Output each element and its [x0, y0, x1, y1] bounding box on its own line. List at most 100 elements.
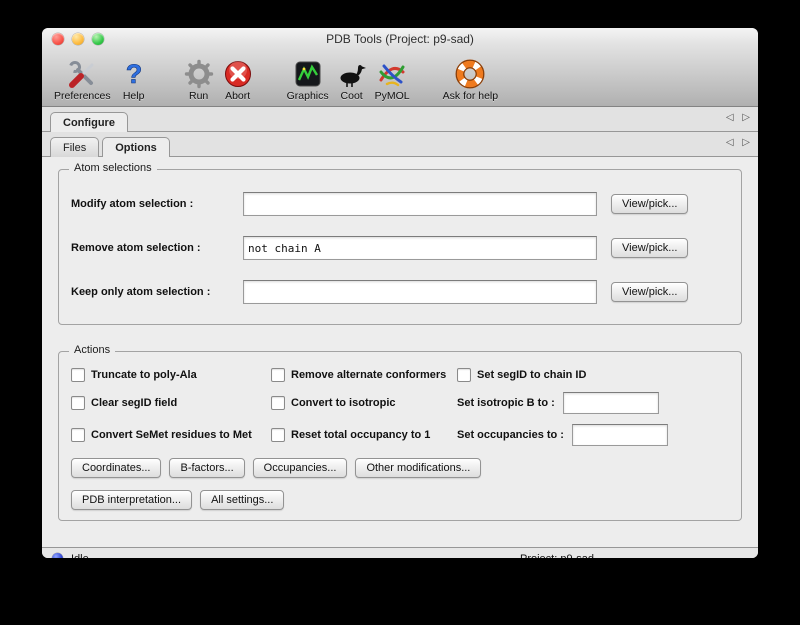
coot-bird-icon [336, 59, 368, 89]
pdb-tools-window: PDB Tools (Project: p9-sad) Preferences [42, 28, 758, 558]
field-label: Set isotropic B to : [457, 397, 555, 409]
checkbox-box [271, 428, 285, 442]
pymol-ribbon-icon [376, 59, 408, 89]
tab-scroll-right-icon[interactable]: ▷ [742, 112, 750, 123]
occupancies-button[interactable]: Occupancies... [253, 458, 348, 478]
zoom-button[interactable] [92, 33, 104, 45]
toolbar-ask-for-help-button[interactable]: Ask for help [443, 59, 498, 102]
graphics-display-icon [292, 59, 324, 89]
field-label: Remove atom selection : [71, 242, 243, 254]
minimize-button[interactable] [72, 33, 84, 45]
toolbar-coot-button[interactable]: Coot [336, 59, 368, 102]
set-isotropic-b-input[interactable] [563, 392, 659, 414]
pdb-interpretation-button[interactable]: PDB interpretation... [71, 490, 192, 510]
keep-only-selection-row: Keep only atom selection : View/pick... [71, 280, 729, 304]
group-label: Actions [69, 344, 115, 356]
checkbox-set-segid-to-chain-id[interactable]: Set segID to chain ID [457, 368, 729, 382]
checkbox-remove-alternate-conformers[interactable]: Remove alternate conformers [271, 368, 457, 382]
tab-options[interactable]: Options [102, 137, 170, 157]
toolbar: Preferences ? Help [42, 50, 758, 106]
checkbox-box [71, 428, 85, 442]
checkbox-clear-segid-field[interactable]: Clear segID field [71, 396, 271, 410]
pages-tab-bar: Files Options ◁ ▷ [42, 132, 758, 157]
toolbar-graphics-button[interactable]: Graphics [287, 59, 329, 102]
all-settings-button[interactable]: All settings... [200, 490, 284, 510]
checkbox-label: Set segID to chain ID [477, 369, 586, 381]
field-label: Set occupancies to : [457, 429, 564, 441]
tab-scroll-left-icon[interactable]: ◁ [726, 137, 734, 148]
set-isotropic-b-field: Set isotropic B to : [457, 392, 729, 414]
title-bar[interactable]: PDB Tools (Project: p9-sad) [42, 28, 758, 50]
toolbar-label: Help [123, 90, 145, 102]
modify-selection-row: Modify atom selection : View/pick... [71, 192, 729, 216]
close-button[interactable] [52, 33, 64, 45]
field-label: Modify atom selection : [71, 198, 243, 210]
other-modifications-button[interactable]: Other modifications... [355, 458, 481, 478]
tab-scroll-right-icon[interactable]: ▷ [742, 137, 750, 148]
toolbar-label: Run [189, 90, 208, 102]
checkbox-label: Reset total occupancy to 1 [291, 429, 430, 441]
actions-grid: Truncate to poly-Ala Remove alternate co… [71, 368, 729, 446]
abort-x-icon [222, 59, 254, 89]
set-occupancies-field: Set occupancies to : [457, 424, 729, 446]
tab-scroll-arrows: ◁ ▷ [720, 137, 750, 148]
checkbox-label: Truncate to poly-Ala [91, 369, 197, 381]
checkbox-label: Clear segID field [91, 397, 177, 409]
checkbox-reset-total-occupancy[interactable]: Reset total occupancy to 1 [271, 428, 457, 442]
window-header: PDB Tools (Project: p9-sad) Preferences [42, 28, 758, 107]
b-factors-button[interactable]: B-factors... [169, 458, 244, 478]
checkbox-box [271, 368, 285, 382]
checkbox-box [271, 396, 285, 410]
toolbar-help-button[interactable]: ? Help [118, 59, 150, 102]
tools-icon [66, 59, 98, 89]
checkbox-box [457, 368, 471, 382]
configure-tab-bar: Configure ◁ ▷ [42, 107, 758, 132]
question-mark-icon: ? [118, 59, 150, 89]
toolbar-label: Graphics [287, 90, 329, 102]
project-label: Project: p9-sad [520, 553, 594, 559]
actions-group: Actions Truncate to poly-Ala Remove alte… [58, 351, 742, 521]
tab-scroll-arrows: ◁ ▷ [720, 112, 750, 123]
view-pick-button[interactable]: View/pick... [611, 194, 688, 214]
toolbar-label: Preferences [54, 90, 111, 102]
gear-icon [183, 59, 215, 89]
remove-atom-selection-input[interactable] [243, 236, 597, 260]
status-indicator-dot [52, 553, 63, 558]
actions-buttons-row-1: Coordinates... B-factors... Occupancies.… [71, 458, 729, 478]
toolbar-label: PyMOL [375, 90, 410, 102]
checkbox-label: Convert SeMet residues to Met [91, 429, 252, 441]
toolbar-label: Ask for help [443, 90, 498, 102]
modify-atom-selection-input[interactable] [243, 192, 597, 216]
checkbox-box [71, 368, 85, 382]
toolbar-label: Abort [225, 90, 250, 102]
toolbar-run-button[interactable]: Run [183, 59, 215, 102]
tab-files[interactable]: Files [50, 137, 99, 157]
remove-selection-row: Remove atom selection : View/pick... [71, 236, 729, 260]
field-label: Keep only atom selection : [71, 286, 243, 298]
checkbox-convert-to-isotropic[interactable]: Convert to isotropic [271, 396, 457, 410]
options-page: Atom selections Modify atom selection : … [42, 157, 758, 547]
toolbar-preferences-button[interactable]: Preferences [54, 59, 111, 102]
svg-text:?: ? [125, 59, 142, 89]
tab-scroll-left-icon[interactable]: ◁ [726, 112, 734, 123]
traffic-lights [52, 33, 104, 45]
toolbar-abort-button[interactable]: Abort [222, 59, 254, 102]
actions-buttons-row-2: PDB interpretation... All settings... [71, 490, 729, 510]
set-occupancies-input[interactable] [572, 424, 668, 446]
status-text: Idle [71, 553, 89, 559]
checkbox-convert-semet-to-met[interactable]: Convert SeMet residues to Met [71, 428, 271, 442]
checkbox-box [71, 396, 85, 410]
toolbar-label: Coot [341, 90, 363, 102]
lifebuoy-icon [454, 59, 486, 89]
group-label: Atom selections [69, 162, 157, 174]
toolbar-pymol-button[interactable]: PyMOL [375, 59, 410, 102]
checkbox-truncate-poly-ala[interactable]: Truncate to poly-Ala [71, 368, 271, 382]
view-pick-button[interactable]: View/pick... [611, 282, 688, 302]
view-pick-button[interactable]: View/pick... [611, 238, 688, 258]
status-bar: Idle Project: p9-sad [42, 547, 758, 558]
coordinates-button[interactable]: Coordinates... [71, 458, 161, 478]
keep-only-atom-selection-input[interactable] [243, 280, 597, 304]
checkbox-label: Remove alternate conformers [291, 369, 446, 381]
atom-selections-group: Atom selections Modify atom selection : … [58, 169, 742, 325]
tab-configure[interactable]: Configure [50, 112, 128, 132]
